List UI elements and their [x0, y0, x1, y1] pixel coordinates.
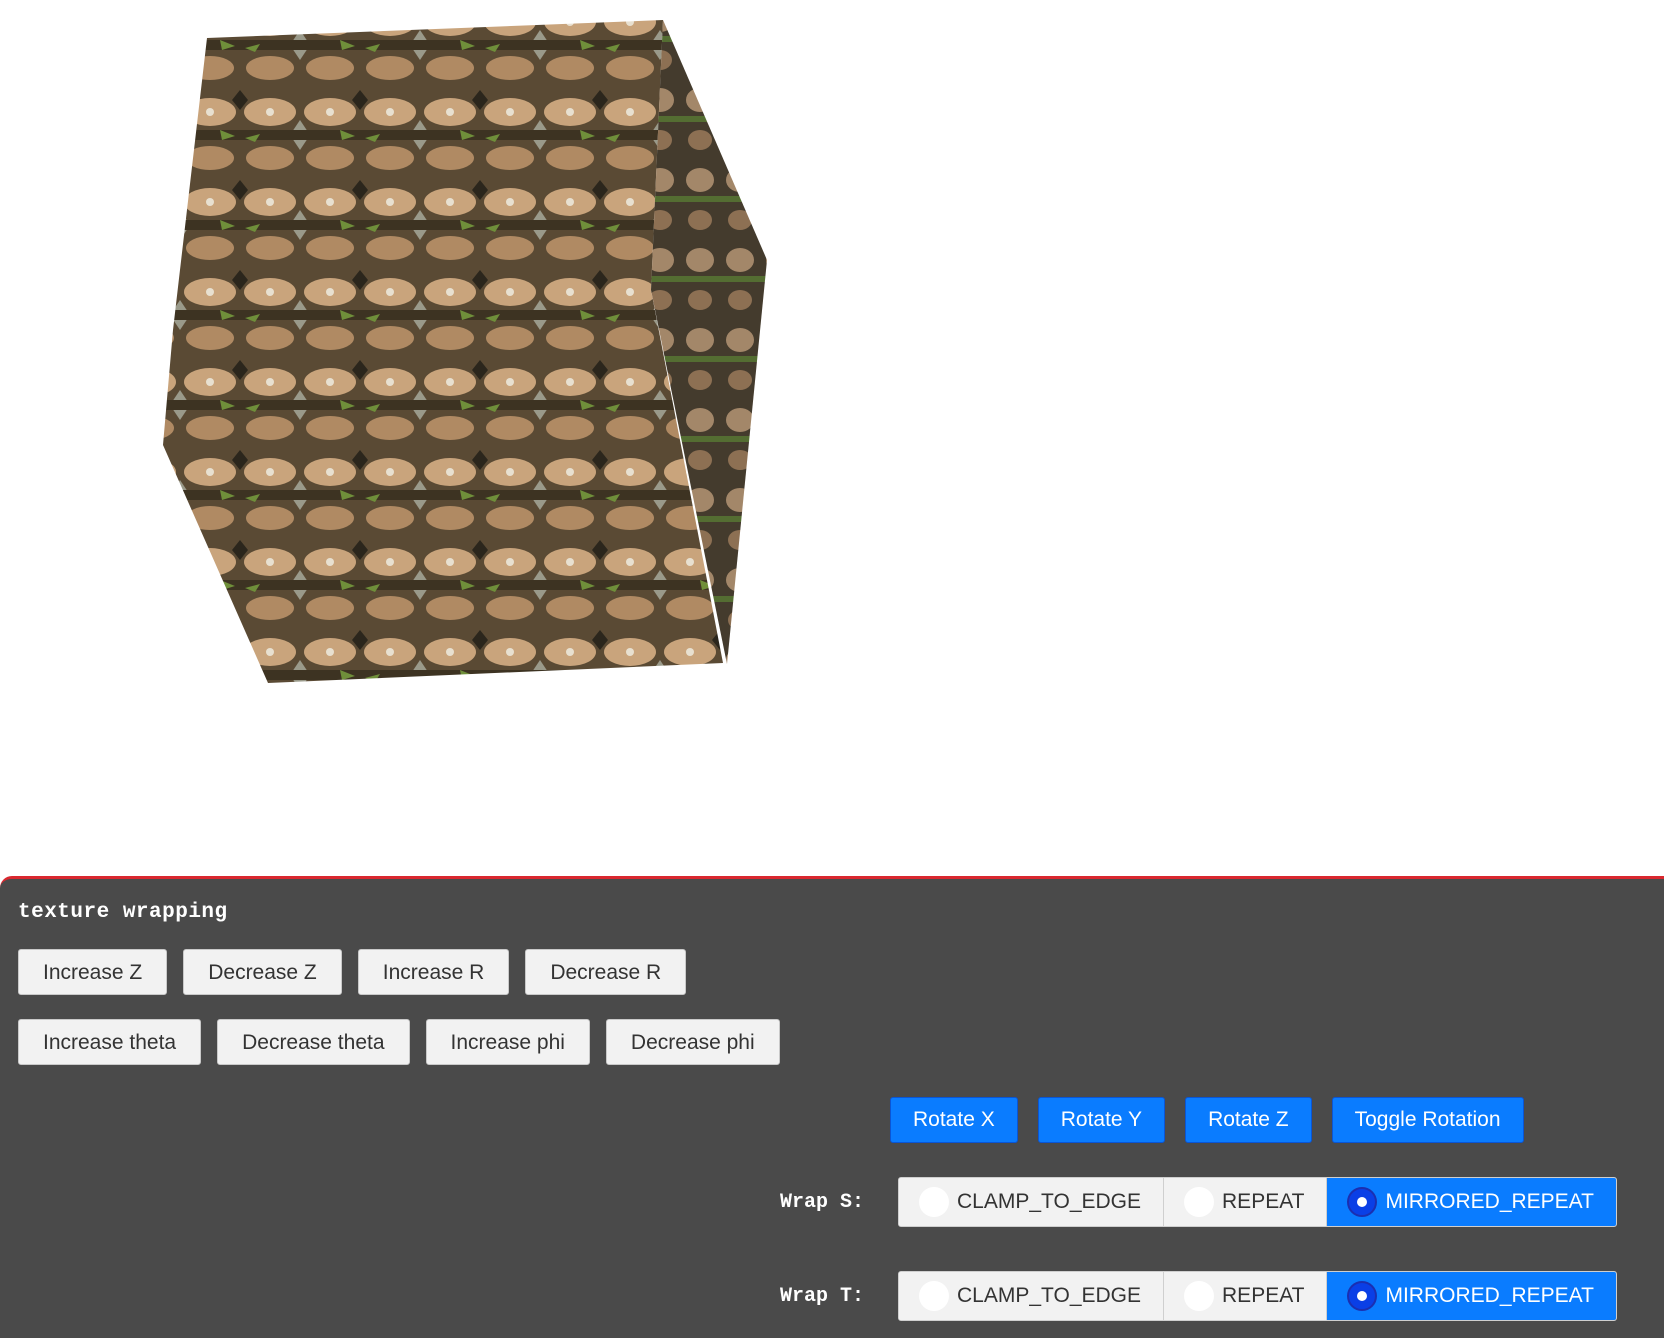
toggle-rotation-button[interactable]: Toggle Rotation	[1331, 1097, 1524, 1143]
option-label: REPEAT	[1222, 1284, 1305, 1307]
rotate-x-button[interactable]: Rotate X	[890, 1097, 1018, 1143]
option-label: MIRRORED_REPEAT	[1385, 1284, 1594, 1307]
radio-circle-icon[interactable]	[919, 1187, 949, 1217]
rotate-y-button[interactable]: Rotate Y	[1037, 1097, 1166, 1143]
webgl-canvas[interactable]	[0, 0, 1664, 876]
wrap-t-repeat-option[interactable]: REPEAT	[1164, 1272, 1328, 1320]
wrap-s-clamp-option[interactable]: CLAMP_TO_EDGE	[899, 1178, 1165, 1226]
option-label: CLAMP_TO_EDGE	[957, 1284, 1142, 1307]
option-label: CLAMP_TO_EDGE	[957, 1190, 1142, 1213]
camera-buttons-row-2: Increase theta Decrease theta Increase p…	[18, 1019, 780, 1065]
rotation-buttons: Rotate X Rotate Y Rotate Z Toggle Rotati…	[890, 1097, 1524, 1143]
increase-theta-button[interactable]: Increase theta	[18, 1019, 202, 1065]
radio-circle-icon[interactable]	[1184, 1187, 1215, 1217]
increase-z-button[interactable]: Increase Z	[18, 949, 168, 995]
wrap-t-clamp-option[interactable]: CLAMP_TO_EDGE	[899, 1272, 1165, 1320]
decrease-theta-button[interactable]: Decrease theta	[217, 1019, 410, 1065]
wrap-s-radio-group: CLAMP_TO_EDGE REPEAT MIRRORED_REPEAT	[898, 1177, 1617, 1227]
radio-circle-icon[interactable]	[1184, 1281, 1215, 1311]
increase-phi-button[interactable]: Increase phi	[425, 1019, 590, 1065]
radio-circle-icon[interactable]	[919, 1281, 949, 1311]
wrap-t-row: Wrap T: CLAMP_TO_EDGE REPEAT MIRRORED_RE…	[780, 1271, 1617, 1321]
decrease-r-button[interactable]: Decrease R	[525, 949, 687, 995]
option-label: REPEAT	[1222, 1190, 1305, 1213]
textured-cube	[163, 20, 767, 683]
control-panel: texture wrapping Increase Z Decrease Z I…	[0, 876, 1664, 1338]
increase-r-button[interactable]: Increase R	[357, 949, 510, 995]
decrease-z-button[interactable]: Decrease Z	[183, 949, 342, 995]
wrap-s-mirrored-option[interactable]: MIRRORED_REPEAT	[1327, 1178, 1616, 1226]
radio-selected-icon[interactable]	[1347, 1187, 1378, 1217]
cube-front-face	[163, 20, 723, 683]
wrap-t-mirrored-option[interactable]: MIRRORED_REPEAT	[1327, 1272, 1616, 1320]
option-label: MIRRORED_REPEAT	[1385, 1190, 1594, 1213]
wrap-s-row: Wrap S: CLAMP_TO_EDGE REPEAT MIRRORED_RE…	[780, 1177, 1617, 1227]
rotate-z-button[interactable]: Rotate Z	[1185, 1097, 1312, 1143]
wrap-s-label: Wrap S:	[780, 1190, 865, 1214]
panel-title: texture wrapping	[18, 901, 228, 924]
radio-selected-icon[interactable]	[1347, 1281, 1378, 1311]
wrap-t-radio-group: CLAMP_TO_EDGE REPEAT MIRRORED_REPEAT	[898, 1271, 1617, 1321]
wrap-s-repeat-option[interactable]: REPEAT	[1164, 1178, 1328, 1226]
wrap-t-label: Wrap T:	[780, 1284, 865, 1308]
decrease-phi-button[interactable]: Decrease phi	[605, 1019, 780, 1065]
camera-buttons-row-1: Increase Z Decrease Z Increase R Decreas…	[18, 949, 687, 995]
